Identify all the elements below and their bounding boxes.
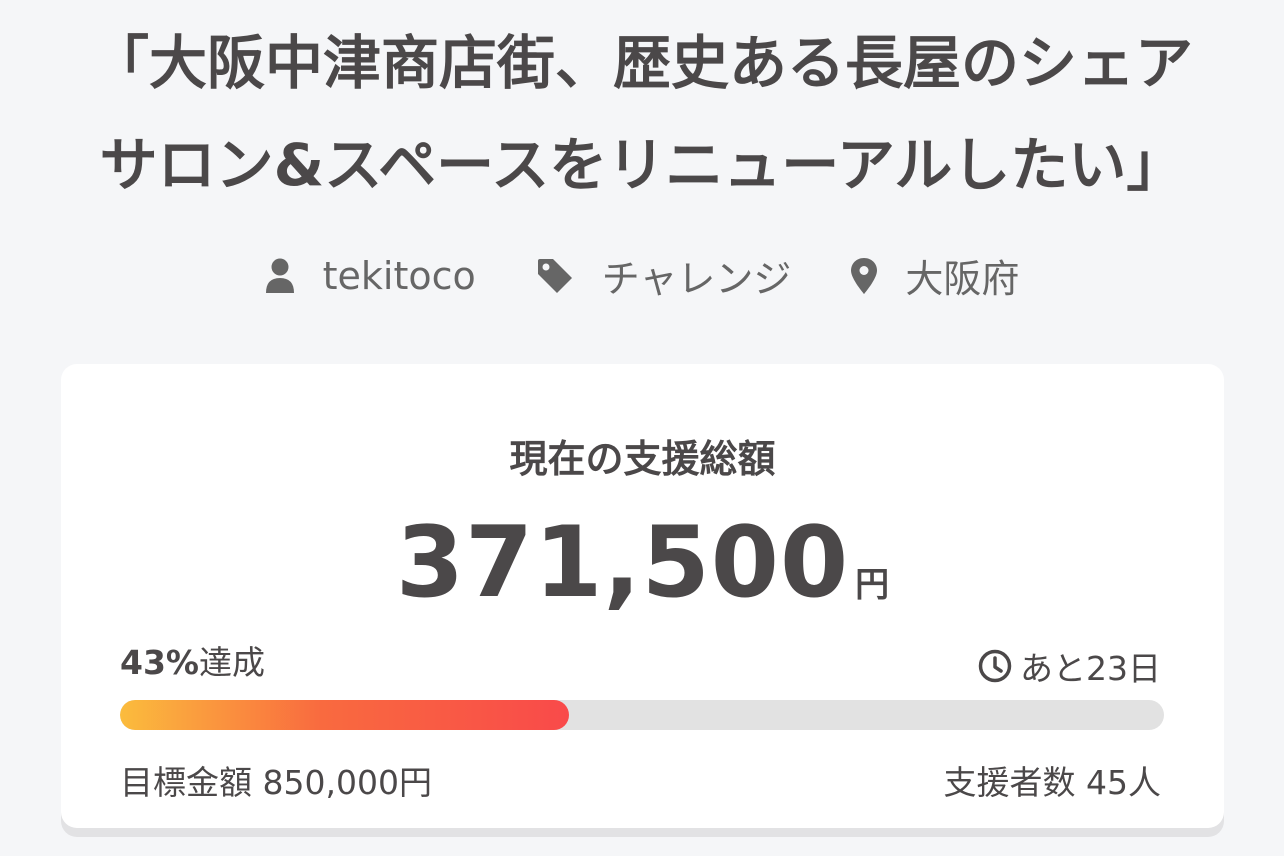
category-link[interactable]: チャレンジ [536, 248, 792, 303]
project-title-line-1: 「大阪中津商店街、歴史ある長屋のシェア [90, 29, 1193, 97]
funding-amount: 371,500 [395, 506, 850, 620]
owner-link[interactable]: tekitoco [265, 254, 476, 298]
funding-amount-row: 371,500 円 [61, 506, 1224, 620]
project-meta: tekitoco チャレンジ 大阪府 [0, 248, 1284, 303]
funding-card: 現在の支援総額 371,500 円 43%達成 あと23日 目標金額 850,00… [61, 364, 1224, 828]
user-icon [265, 258, 294, 293]
achievement-rate: 43%達成 [120, 636, 265, 684]
map-pin-icon [851, 257, 878, 294]
tag-icon [537, 258, 572, 293]
currency-label: 円 [855, 565, 890, 605]
remaining-days: あと23日 [1020, 649, 1161, 688]
location-link[interactable]: 大阪府 [851, 248, 1019, 303]
owner-name: tekitoco [322, 253, 476, 298]
clock-icon [978, 649, 1012, 683]
goal-amount: 目標金額 850,000円 [120, 763, 432, 802]
remaining-time: あと23日 [978, 642, 1161, 690]
backer-count: 支援者数 45人 [943, 763, 1161, 802]
achievement-percent: 43% [120, 643, 199, 682]
funding-heading: 現在の支援総額 [509, 437, 776, 481]
project-title-line-2: サロン&スペースをリニューアルしたい」 [99, 131, 1185, 199]
progress-bar-fill [120, 700, 569, 730]
progress-bar [120, 700, 1164, 730]
category-name: チャレンジ [601, 257, 792, 301]
achievement-suffix: 達成 [199, 643, 265, 682]
location-name: 大阪府 [905, 257, 1020, 301]
